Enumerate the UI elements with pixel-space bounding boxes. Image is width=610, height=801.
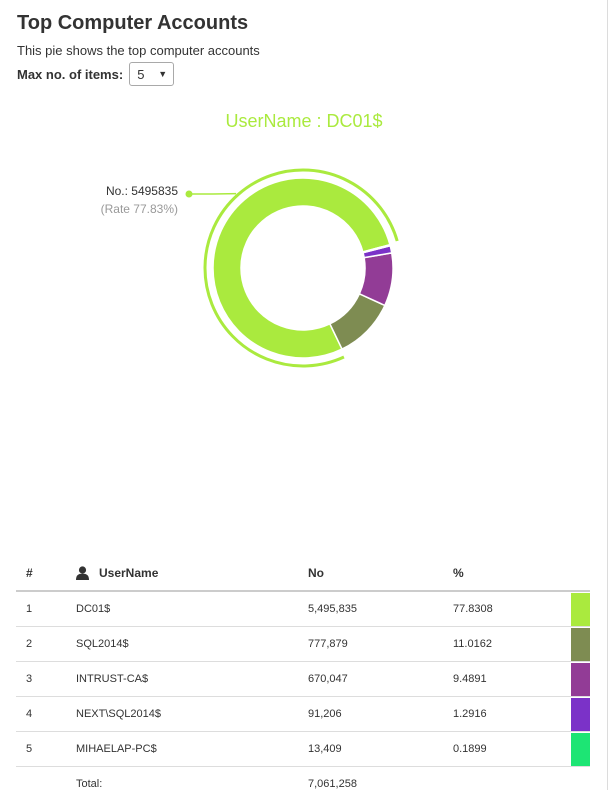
color-swatch [571,628,590,661]
cell-num: 1 [16,591,76,627]
cell-num: 3 [16,662,76,697]
max-items-value: 5 [137,67,144,82]
cell-no: 91,206 [308,697,453,732]
cell-pct: 77.8308 [453,591,570,627]
cell-color [570,697,590,732]
total-spacer-color [570,767,590,801]
max-items-row: Max no. of items: 5 ▼ [17,62,174,86]
col-header-username-label: UserName [99,566,158,580]
cell-pct: 9.4891 [453,662,570,697]
cell-no: 777,879 [308,627,453,662]
user-icon [76,566,89,580]
col-header-num: # [16,556,76,591]
chart-title: UserName : DC01$ [225,111,382,131]
total-spacer-pct [453,767,570,801]
cell-color [570,732,590,767]
cell-color [570,627,590,662]
table-row[interactable]: 1DC01$5,495,83577.8308 [16,591,590,627]
cell-pct: 1.2916 [453,697,570,732]
callout-value-label: No.: 5495835 [106,184,178,198]
color-swatch [571,733,590,766]
callout-rate-label: (Rate 77.83%) [101,202,178,216]
col-header-username[interactable]: UserName [76,556,308,591]
cell-pct: 11.0162 [453,627,570,662]
color-swatch [571,698,590,731]
cell-num: 2 [16,627,76,662]
cell-num: 4 [16,697,76,732]
page-title: Top Computer Accounts [17,12,248,35]
max-items-label: Max no. of items: [17,67,123,82]
table-header-row: # UserName No % [16,556,590,591]
cell-pct: 0.1899 [453,732,570,767]
table-row[interactable]: 4NEXT\SQL2014$91,2061.2916 [16,697,590,732]
total-value: 7,061,258 [308,767,453,801]
callout-dot [186,191,193,198]
total-label: Total: [76,767,308,801]
cell-no: 5,495,835 [308,591,453,627]
cell-username: INTRUST-CA$ [76,662,308,697]
table-body: 1DC01$5,495,83577.83082SQL2014$777,87911… [16,591,590,767]
page-subtitle: This pie shows the top computer accounts [17,43,260,58]
cell-username: MIHAELAP-PC$ [76,732,308,767]
table-row[interactable]: 2SQL2014$777,87911.0162 [16,627,590,662]
cell-color [570,591,590,627]
col-header-no[interactable]: No [308,556,453,591]
col-header-pct[interactable]: % [453,556,570,591]
color-swatch [571,663,590,696]
color-swatch [571,593,590,626]
cell-username: NEXT\SQL2014$ [76,697,308,732]
cell-num: 5 [16,732,76,767]
col-header-color [570,556,590,591]
dropdown-arrow-icon: ▼ [158,69,167,79]
table-total-row: Total: 7,061,258 [16,767,590,801]
cell-no: 13,409 [308,732,453,767]
donut-slices [213,178,393,358]
cell-username: DC01$ [76,591,308,627]
donut-chart: UserName : DC01$ No.: 5495835 (Rate 77.8… [0,95,610,395]
max-items-select[interactable]: 5 ▼ [129,62,174,86]
table-row[interactable]: 3INTRUST-CA$670,0479.4891 [16,662,590,697]
cell-username: SQL2014$ [76,627,308,662]
data-table: # UserName No % 1DC01$5,495,83577.83082S… [16,556,590,801]
total-spacer [16,767,76,801]
cell-color [570,662,590,697]
table-row[interactable]: 5MIHAELAP-PC$13,4090.1899 [16,732,590,767]
cell-no: 670,047 [308,662,453,697]
